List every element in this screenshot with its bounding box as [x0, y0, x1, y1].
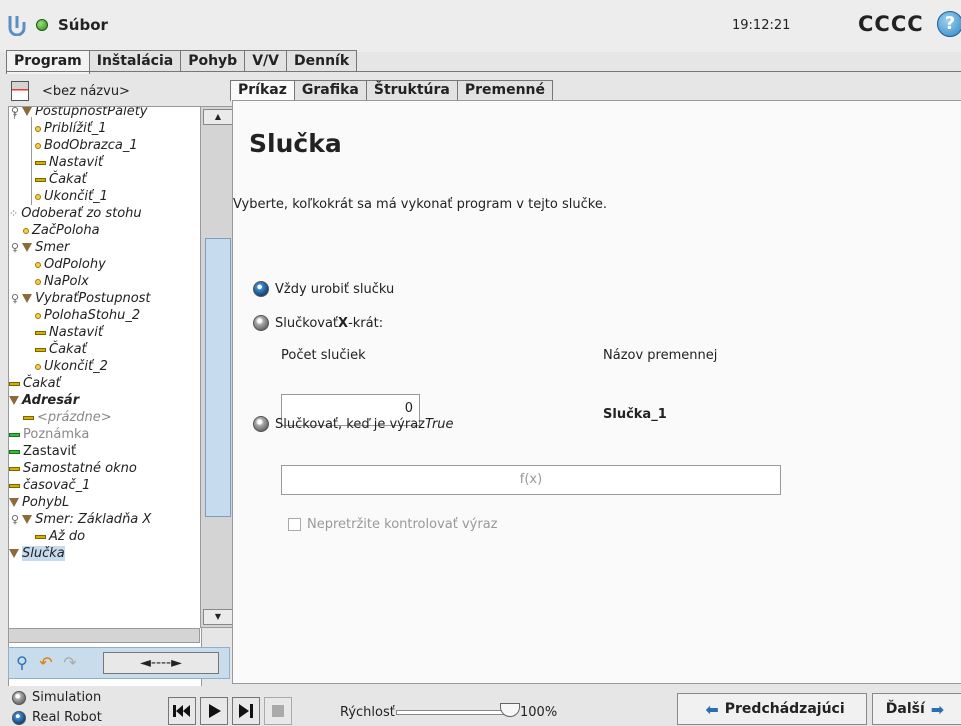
radio-unselected-icon[interactable] [253, 416, 269, 432]
program-tree: ♀ PostupnostPalety Priblížiť_1 BodObrazca… [8, 106, 202, 690]
expression-input[interactable]: f(x) [281, 465, 781, 495]
tree-node[interactable]: Čakať [9, 375, 61, 392]
file-menu[interactable]: Súbor [58, 16, 108, 34]
tree-node[interactable]: ♀ Smer: Základňa X [11, 511, 151, 528]
variable-name: Slučka_1 [603, 407, 667, 422]
tree-node[interactable]: Ukončiť_1 [35, 188, 108, 205]
tab-log[interactable]: Denník [286, 50, 358, 72]
command-panel: Príkaz Grafika Štruktúra Premenné Slučka… [228, 78, 961, 684]
speed-slider[interactable] [396, 710, 506, 715]
radio-unselected-icon[interactable] [12, 690, 26, 705]
mode-simulation[interactable]: Simulation [12, 690, 101, 705]
tree-node[interactable]: ♀ Smer [11, 239, 69, 256]
speed-value: 100% [520, 705, 558, 720]
tree-node[interactable]: Čakať [35, 171, 87, 188]
radio-always-loop[interactable]: Vždy urobiť slučku [253, 281, 394, 297]
redo-icon[interactable]: ↷ [59, 652, 81, 674]
description: Vyberte, koľkokrát sa má vykonať program… [233, 197, 607, 212]
tree-node[interactable]: Až do [35, 528, 85, 545]
tree-node[interactable]: NaPolx [35, 273, 89, 290]
tree-node[interactable]: Ukončiť_2 [35, 358, 108, 375]
tree-node[interactable]: Priblížiť_1 [35, 120, 107, 137]
checkbox-icon[interactable] [288, 518, 301, 531]
tab-command[interactable]: Príkaz [230, 80, 295, 101]
program-name: <bez názvu> [42, 84, 130, 99]
tree-node[interactable]: ZačPoloha [23, 222, 100, 239]
tab-structure[interactable]: Štruktúra [365, 80, 458, 101]
save-icon[interactable] [11, 81, 29, 101]
tree-node[interactable]: časovač_1 [9, 477, 90, 494]
stop-icon [272, 705, 284, 717]
step-icon [239, 704, 253, 718]
tab-installation[interactable]: Inštalácia [88, 50, 182, 72]
radio-loop-while-expression[interactable]: Slučkovať, keď je výraz True [253, 416, 454, 432]
tree-node[interactable]: PohybL [9, 494, 69, 511]
tree-node[interactable]: Poznámka [9, 426, 89, 443]
skip-back-icon [173, 705, 190, 717]
page-title: Slučka [249, 129, 342, 158]
tree-node[interactable]: Nastaviť [35, 154, 103, 171]
radio-selected-icon[interactable] [253, 281, 269, 297]
tree-node[interactable]: <prázdne> [23, 409, 112, 426]
move-node-button[interactable]: ◄----► [103, 652, 219, 674]
mode-real-robot[interactable]: Real Robot [12, 710, 102, 725]
robot-name: CCCC [858, 12, 924, 36]
tab-io[interactable]: V/V [244, 50, 287, 72]
tree-hscrollbar[interactable] [8, 628, 200, 643]
tree-node[interactable]: PolohaStohu_2 [35, 307, 140, 324]
tab-move[interactable]: Pohyb [180, 50, 246, 72]
program-header: <bez názvu> [8, 78, 228, 106]
robot-status-icon [36, 19, 48, 31]
step-button[interactable] [232, 697, 260, 725]
clock: 19:12:21 [732, 18, 791, 33]
tree-node[interactable]: Zastaviť [9, 443, 76, 460]
speed-label: Rýchlosť [340, 705, 395, 720]
arrow-left-icon: ⬅ [705, 699, 719, 719]
tree-toolbar: ⚲ ↶ ↷ ◄----► [8, 647, 230, 679]
content-tabs: Príkaz Grafika Štruktúra Premenné [230, 80, 553, 101]
top-bar: Súbor 19:12:21 CCCC ? [0, 0, 961, 52]
tab-variables[interactable]: Premenné [456, 80, 553, 101]
play-icon [209, 704, 221, 718]
skip-back-button[interactable] [168, 697, 196, 725]
main-tabs: Program Inštalácia Pohyb V/V Denník [6, 50, 358, 74]
tab-graphics[interactable]: Grafika [293, 80, 367, 101]
tree-node[interactable]: Nastaviť [35, 324, 103, 341]
tree-node[interactable]: Adresár [9, 392, 79, 409]
variable-name-label: Názov premennej [603, 348, 718, 363]
arrow-right-icon: ➡ [930, 699, 945, 719]
tree-node[interactable]: Samostatné okno [9, 460, 137, 477]
tree-node[interactable]: Čakať [35, 341, 87, 358]
previous-button[interactable]: ⬅ Predchádzajúci [677, 693, 867, 725]
command-content: Slučka Vyberte, koľkokrát sa má vykonať … [232, 100, 961, 684]
continuous-check-checkbox[interactable]: Nepretržite kontrolovať výraz [288, 517, 497, 532]
loop-count-label: Počet slučiek [281, 348, 366, 363]
tree-node-selected[interactable]: Slučka [9, 545, 65, 562]
stop-button[interactable] [264, 697, 292, 725]
help-icon[interactable]: ? [937, 11, 961, 37]
undo-icon[interactable]: ↶ [35, 652, 57, 674]
radio-loop-x-times[interactable]: Slučkovať X -krát: [253, 315, 383, 331]
tree-node[interactable]: BodObrazca_1 [35, 137, 138, 154]
ur-logo-icon [8, 16, 26, 36]
radio-selected-icon[interactable] [12, 710, 26, 725]
tree-node[interactable]: OdPolohy [35, 256, 106, 273]
next-button[interactable]: Ďalší ➡ [872, 693, 961, 725]
tree-node[interactable]: ⁘ Odoberať zo stohu [9, 205, 142, 222]
tree-node[interactable]: ♀ VybraťPostupnost [11, 290, 151, 307]
play-button[interactable] [200, 697, 228, 725]
search-icon[interactable]: ⚲ [11, 652, 33, 674]
radio-unselected-icon[interactable] [253, 315, 269, 331]
program-panel: <bez názvu> ♀ PostupnostPalety Priblížiť_… [8, 78, 236, 690]
